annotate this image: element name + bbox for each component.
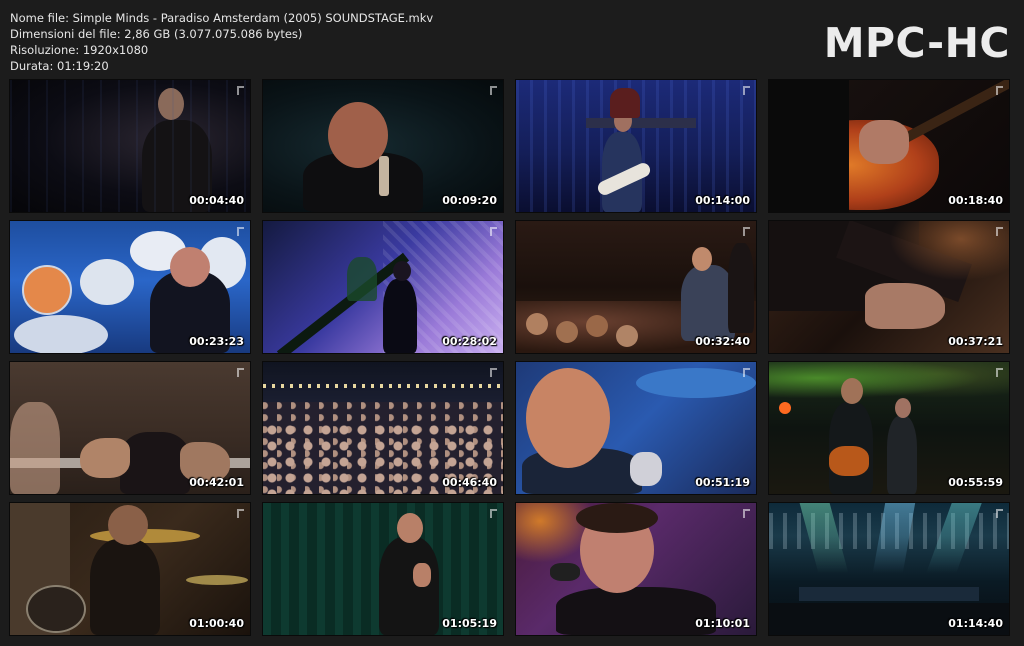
file-info: Nome file: Simple Minds - Paradiso Amste… — [10, 10, 433, 74]
video-frame — [10, 503, 250, 635]
channel-logo-icon — [996, 227, 1003, 236]
video-frame — [516, 503, 756, 635]
thumbnail: 01:10:01 — [516, 503, 756, 635]
timestamp: 00:37:21 — [948, 335, 1003, 348]
channel-logo-icon — [743, 509, 750, 518]
channel-logo-icon — [237, 509, 244, 518]
thumbnail-sheet: Nome file: Simple Minds - Paradiso Amste… — [0, 0, 1024, 646]
timestamp: 00:46:40 — [442, 476, 497, 489]
channel-logo-icon — [743, 86, 750, 95]
timestamp: 00:14:00 — [695, 194, 750, 207]
channel-logo-icon — [996, 86, 1003, 95]
video-frame — [516, 80, 756, 212]
video-frame — [769, 362, 1009, 494]
video-frame — [516, 362, 756, 494]
file-name: Nome file: Simple Minds - Paradiso Amste… — [10, 11, 434, 25]
channel-logo-icon — [237, 86, 244, 95]
thumbnail: 01:00:40 — [10, 503, 250, 635]
thumbnail: 00:42:01 — [10, 362, 250, 494]
timestamp: 01:10:01 — [695, 617, 750, 630]
thumbnail: 00:14:00 — [516, 80, 756, 212]
thumbnail: 01:14:40 — [769, 503, 1009, 635]
timestamp: 00:42:01 — [189, 476, 244, 489]
thumbnail: 00:18:40 — [769, 80, 1009, 212]
thumbnail: 00:51:19 — [516, 362, 756, 494]
thumbnail: 00:04:40 — [10, 80, 250, 212]
timestamp: 00:51:19 — [695, 476, 750, 489]
thumbnail: 00:23:23 — [10, 221, 250, 353]
video-frame — [263, 362, 503, 494]
channel-logo-icon — [490, 86, 497, 95]
video-frame — [769, 503, 1009, 635]
timestamp: 00:18:40 — [948, 194, 1003, 207]
video-frame — [263, 503, 503, 635]
channel-logo-icon — [743, 368, 750, 377]
timestamp: 00:55:59 — [948, 476, 1003, 489]
thumbnail-grid: 00:04:40 00:09:20 00:14:00 00:18:40 00:2… — [10, 80, 1009, 635]
timestamp: 00:23:23 — [189, 335, 244, 348]
timestamp: 00:09:20 — [442, 194, 497, 207]
file-size: Dimensioni del file: 2,86 GB (3.077.075.… — [10, 27, 303, 41]
resolution: Risoluzione: 1920x1080 — [10, 43, 149, 57]
timestamp: 00:32:40 — [695, 335, 750, 348]
channel-logo-icon — [490, 368, 497, 377]
channel-logo-icon — [743, 227, 750, 236]
timestamp: 00:28:02 — [442, 335, 497, 348]
thumbnail: 00:46:40 — [263, 362, 503, 494]
timestamp: 01:00:40 — [189, 617, 244, 630]
thumbnail: 00:09:20 — [263, 80, 503, 212]
channel-logo-icon — [237, 227, 244, 236]
thumbnail: 00:37:21 — [769, 221, 1009, 353]
video-frame — [263, 80, 503, 212]
video-frame — [769, 80, 1009, 212]
thumbnail: 00:28:02 — [263, 221, 503, 353]
video-frame — [263, 221, 503, 353]
thumbnail: 00:32:40 — [516, 221, 756, 353]
video-frame — [769, 221, 1009, 353]
channel-logo-icon — [996, 509, 1003, 518]
channel-logo-icon — [490, 509, 497, 518]
video-frame — [516, 221, 756, 353]
video-frame — [10, 362, 250, 494]
mpc-hc-logo: MPC-HC — [823, 19, 1010, 67]
channel-logo-icon — [996, 368, 1003, 377]
duration: Durata: 01:19:20 — [10, 59, 109, 73]
thumbnail: 01:05:19 — [263, 503, 503, 635]
timestamp: 00:04:40 — [189, 194, 244, 207]
timestamp: 01:14:40 — [948, 617, 1003, 630]
channel-logo-icon — [490, 227, 497, 236]
channel-logo-icon — [237, 368, 244, 377]
thumbnail: 00:55:59 — [769, 362, 1009, 494]
timestamp: 01:05:19 — [442, 617, 497, 630]
video-frame — [10, 221, 250, 353]
video-frame — [10, 80, 250, 212]
